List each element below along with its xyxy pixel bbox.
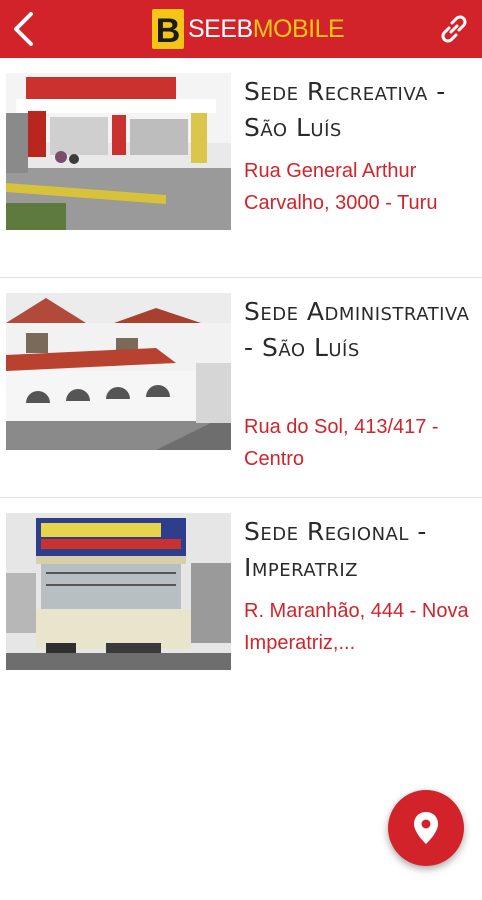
building-photo xyxy=(6,293,231,450)
list-item[interactable]: Sede Recreativa - São Luís Rua General A… xyxy=(0,58,482,278)
location-address: Rua do Sol, 413/417 - Centro xyxy=(244,416,439,470)
location-list: Sede Recreativa - São Luís Rua General A… xyxy=(0,58,482,718)
location-title: Sede Recreativa - São Luís xyxy=(244,77,446,142)
location-address: R. Maranhão, 444 - Nova Imperatriz,... xyxy=(244,600,469,654)
brand-seeb-text: SEEB xyxy=(188,14,253,43)
map-pin-icon xyxy=(414,812,438,844)
list-item[interactable]: Sede Administrativa - São Luís Rua do So… xyxy=(0,278,482,498)
svg-text:B: B xyxy=(156,12,181,49)
brand: B SEEB MOBILE xyxy=(152,9,345,49)
back-button[interactable] xyxy=(0,0,48,58)
location-title: Sede Administrativa - São Luís xyxy=(244,297,470,362)
brand-logo: B xyxy=(152,9,184,49)
list-item[interactable]: Sede Regional - Imperatriz R. Maranhão, … xyxy=(0,498,482,718)
app-bar: B SEEB MOBILE xyxy=(0,0,482,58)
building-photo xyxy=(6,73,231,230)
share-link-button[interactable] xyxy=(426,0,482,58)
link-icon xyxy=(441,15,467,43)
location-title: Sede Regional - Imperatriz xyxy=(244,517,427,582)
building-photo xyxy=(6,513,231,670)
location-address: Rua General Arthur Carvalho, 3000 - Turu xyxy=(244,160,438,214)
map-button[interactable] xyxy=(388,790,464,866)
chevron-left-icon xyxy=(14,12,33,46)
brand-mobile-text: MOBILE xyxy=(252,14,345,43)
